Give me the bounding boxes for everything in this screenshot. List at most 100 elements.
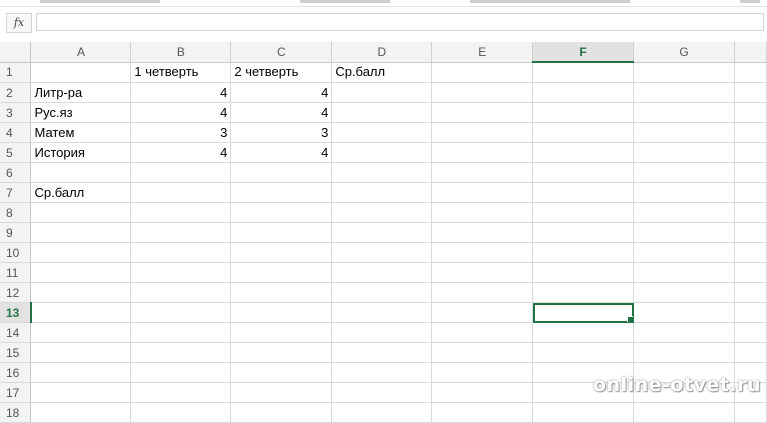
cell-g14[interactable]: [633, 322, 735, 343]
row-header-3[interactable]: 3: [0, 102, 32, 123]
cell-b9[interactable]: [130, 222, 232, 243]
cell-e5[interactable]: [431, 142, 534, 163]
cell-b4[interactable]: 3: [130, 122, 232, 143]
cell-c1[interactable]: 2 четверть: [230, 62, 333, 83]
column-header-b[interactable]: B: [130, 42, 232, 63]
cell-b14[interactable]: [130, 322, 232, 343]
row-header-11[interactable]: 11: [0, 262, 32, 283]
cell-e1[interactable]: [431, 62, 534, 83]
cell-g6[interactable]: [633, 162, 735, 183]
cell-f7[interactable]: [532, 182, 635, 203]
cell-e11[interactable]: [431, 262, 534, 283]
cell-h15[interactable]: [734, 342, 767, 363]
cell-a6[interactable]: [30, 162, 132, 183]
cell-b3[interactable]: 4: [130, 102, 232, 123]
cell-h10[interactable]: [734, 242, 767, 263]
cell-h11[interactable]: [734, 262, 767, 283]
row-header-2[interactable]: 2: [0, 82, 32, 103]
cell-f9[interactable]: [532, 222, 635, 243]
row-header-4[interactable]: 4: [0, 122, 32, 143]
cell-d14[interactable]: [331, 322, 433, 343]
cell-e6[interactable]: [431, 162, 534, 183]
cell-e4[interactable]: [431, 122, 534, 143]
cell-c7[interactable]: [230, 182, 333, 203]
cell-h9[interactable]: [734, 222, 767, 243]
cell-h4[interactable]: [734, 122, 767, 143]
cell-e14[interactable]: [431, 322, 534, 343]
cell-c8[interactable]: [230, 202, 333, 223]
cell-a4[interactable]: Матем: [30, 122, 132, 143]
cell-h1[interactable]: [734, 62, 767, 83]
cell-c2[interactable]: 4: [230, 82, 333, 103]
cell-e7[interactable]: [431, 182, 534, 203]
insert-function-button[interactable]: fx: [6, 13, 32, 33]
cell-a7[interactable]: Ср.балл: [30, 182, 132, 203]
row-header-9[interactable]: 9: [0, 222, 32, 243]
row-header-1[interactable]: 1: [0, 62, 32, 83]
cell-c14[interactable]: [230, 322, 333, 343]
cell-f5[interactable]: [532, 142, 635, 163]
cell-c9[interactable]: [230, 222, 333, 243]
cell-e10[interactable]: [431, 242, 534, 263]
cell-f6[interactable]: [532, 162, 635, 183]
column-header-extra[interactable]: [734, 42, 767, 63]
cell-e15[interactable]: [431, 342, 534, 363]
row-header-12[interactable]: 12: [0, 282, 32, 303]
cell-g13[interactable]: [633, 302, 735, 323]
cell-a14[interactable]: [30, 322, 132, 343]
cell-g18[interactable]: [633, 402, 735, 423]
cell-a9[interactable]: [30, 222, 132, 243]
cell-b12[interactable]: [130, 282, 232, 303]
cell-d2[interactable]: [331, 82, 433, 103]
cell-b16[interactable]: [130, 362, 232, 383]
cell-b8[interactable]: [130, 202, 232, 223]
cell-a12[interactable]: [30, 282, 132, 303]
column-header-g[interactable]: G: [633, 42, 735, 63]
row-header-6[interactable]: 6: [0, 162, 32, 183]
cell-g15[interactable]: [633, 342, 735, 363]
cell-d1[interactable]: Ср.балл: [331, 62, 433, 83]
cell-g8[interactable]: [633, 202, 735, 223]
cell-c11[interactable]: [230, 262, 333, 283]
formula-input[interactable]: [36, 13, 764, 31]
cell-a10[interactable]: [30, 242, 132, 263]
cell-e16[interactable]: [431, 362, 534, 383]
cell-c18[interactable]: [230, 402, 333, 423]
cell-e9[interactable]: [431, 222, 534, 243]
cell-h14[interactable]: [734, 322, 767, 343]
cell-b7[interactable]: [130, 182, 232, 203]
cell-g1[interactable]: [633, 62, 735, 83]
cell-e12[interactable]: [431, 282, 534, 303]
cell-b1[interactable]: 1 четверть: [130, 62, 232, 83]
cell-h2[interactable]: [734, 82, 767, 103]
column-header-e[interactable]: E: [431, 42, 534, 63]
cell-h7[interactable]: [734, 182, 767, 203]
cell-d16[interactable]: [331, 362, 433, 383]
cell-a15[interactable]: [30, 342, 132, 363]
cell-a18[interactable]: [30, 402, 132, 423]
cell-b13[interactable]: [130, 302, 232, 323]
cell-f15[interactable]: [532, 342, 635, 363]
select-all-corner[interactable]: [0, 42, 32, 63]
cell-h12[interactable]: [734, 282, 767, 303]
row-header-10[interactable]: 10: [0, 242, 32, 263]
cell-c16[interactable]: [230, 362, 333, 383]
cell-f3[interactable]: [532, 102, 635, 123]
row-header-7[interactable]: 7: [0, 182, 32, 203]
cell-b18[interactable]: [130, 402, 232, 423]
cell-e2[interactable]: [431, 82, 534, 103]
cell-b2[interactable]: 4: [130, 82, 232, 103]
cell-c15[interactable]: [230, 342, 333, 363]
cell-f13[interactable]: [532, 302, 635, 323]
row-header-15[interactable]: 15: [0, 342, 32, 363]
column-header-d[interactable]: D: [331, 42, 433, 63]
row-header-16[interactable]: 16: [0, 362, 32, 383]
cell-f4[interactable]: [532, 122, 635, 143]
row-header-13[interactable]: 13: [0, 302, 32, 323]
cell-e18[interactable]: [431, 402, 534, 423]
cell-d10[interactable]: [331, 242, 433, 263]
cell-f10[interactable]: [532, 242, 635, 263]
cell-a1[interactable]: [30, 62, 132, 83]
cell-c13[interactable]: [230, 302, 333, 323]
cell-h5[interactable]: [734, 142, 767, 163]
